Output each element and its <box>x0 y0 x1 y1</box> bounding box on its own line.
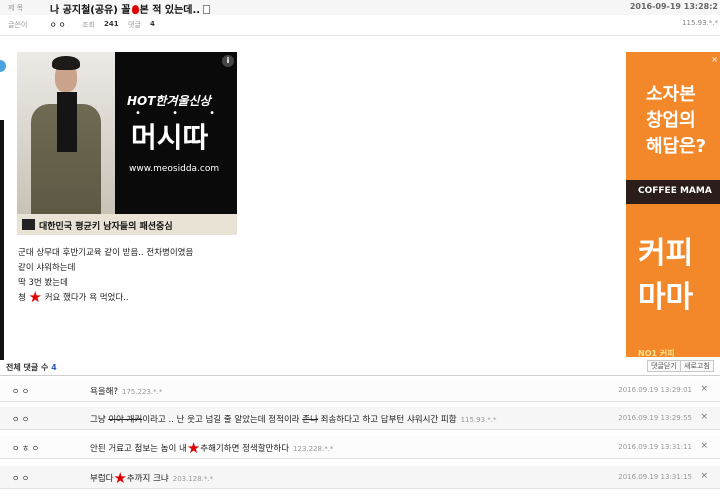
body-line4-part2: 커요 했다가 욕 먹었다.. <box>44 293 129 303</box>
comment-row: ㅇ ㅎ ㅇ 안된 거료고 첨보는 놈이 내★추해기하면 정색할만하다 123.22… <box>0 436 720 459</box>
hair-shape <box>52 56 80 70</box>
ad-right-big2: 마마 <box>638 280 694 315</box>
comment-body: 추해기하면 정색할만하다 <box>200 444 290 454</box>
author-name[interactable]: ㅇ ㅇ <box>50 20 65 30</box>
comment-body: 안된 거료고 첨보는 놈이 내 <box>90 444 187 454</box>
ad-right-line1: 소자본 <box>646 84 696 105</box>
comment-row: ㅇ ㅇ 부럽다★추까지 크냐 203.128.*.* 2016.09.19 13:… <box>0 466 720 489</box>
views-count: 241 <box>104 20 119 28</box>
ad-url: www.meosidda.com <box>129 164 220 174</box>
post-title-part1: 나 공지철(공유) 꼴 <box>50 5 131 16</box>
author-ip: 115.93.*.* <box>682 19 718 27</box>
refresh-button[interactable]: 새로고침 <box>680 360 714 372</box>
author-label: 글쓴이 <box>8 21 28 29</box>
comments-total: 전체 댓글 수 4 <box>6 362 57 373</box>
body-line: 딱 3번 봤는데 <box>18 278 68 288</box>
comments-total-count: 4 <box>51 363 57 372</box>
comment-ip: 203.128.*.* <box>172 475 214 483</box>
redaction-star-icon: ★ <box>113 469 127 487</box>
comments-count: 4 <box>150 20 155 28</box>
comment-text: 부럽다★추까지 크냐 203.128.*.* <box>90 469 214 487</box>
post-meta-row: 글쓴이 ㅇ ㅇ 조회 241 댓글 4 115.93.*.* <box>0 16 720 34</box>
ad-model-photo <box>17 52 115 214</box>
comment-author[interactable]: ㅇ ㅇ <box>12 414 29 425</box>
comment-text: 안된 거료고 첨보는 놈이 내★추해기하면 정색할만하다 123.228.*.* <box>90 439 334 457</box>
document-icon <box>203 5 211 14</box>
ad-brand: 머시따 <box>131 121 209 154</box>
comment-body: 그냥 <box>90 415 106 425</box>
comment-text: 그냥 이야 개커이라고 .. 난 웃고 넘길 줄 알았는데 정적이라 존나 죄송… <box>90 413 497 425</box>
post-header: 제 목 나 공지철(공유) 꼴 본 적 있는데.. 2016-09-19 13:2… <box>0 0 720 36</box>
comment-date: 2016.09.19 13:31:15 <box>618 473 692 481</box>
redaction-star-icon: ★ <box>186 439 201 457</box>
ad-right-line2: 창업의 <box>646 110 696 131</box>
comment-author[interactable]: ㅇ ㅎ ㅇ <box>12 443 39 454</box>
side-bar <box>0 120 4 360</box>
comment-author[interactable]: ㅇ ㅇ <box>12 386 29 397</box>
comment-body: 추까지 크냐 <box>126 474 169 484</box>
comment-strike: 존나 <box>302 415 318 425</box>
body-line4-part1: 쳥 <box>18 293 26 303</box>
delete-icon[interactable]: × <box>700 471 708 481</box>
comment-body: 욕을해? <box>90 387 118 397</box>
comment-row: ㅇ ㅇ 욕을해? 175.223.*.* 2016.09.19 13:29:01 … <box>0 379 720 402</box>
body-line: 군대 상무대 후반기교육 같이 받음.. 전차병이였음 <box>18 248 194 258</box>
title-label: 제 목 <box>8 4 24 12</box>
comment-body: 죄송하다고 하고 답부턴 샤워시간 피함 <box>317 415 457 425</box>
comment-author[interactable]: ㅇ ㅇ <box>12 473 29 484</box>
body-line: 쳥 ★ 커요 했다가 욕 먹었다.. <box>18 288 193 306</box>
comment-body: 이라고 .. 난 웃고 넘길 줄 알았는데 정적이라 <box>142 415 300 425</box>
comments-label: 댓글 <box>128 21 141 29</box>
views-label: 조회 <box>82 21 95 29</box>
delete-icon[interactable]: × <box>700 412 708 422</box>
ad-footer-text: 대한민국 평균키 남자들의 패션중심 <box>39 222 173 232</box>
ad-right-brand: 커피 마마 <box>638 232 693 320</box>
post-title: 나 공지철(공유) 꼴 본 적 있는데.. <box>50 1 211 16</box>
redaction-mark <box>131 5 139 14</box>
ad-banner-left[interactable]: HOT한겨울신상 • • • 머시따 www.meosidda.com 대한민국… <box>17 52 237 235</box>
body-line: 같이 샤워하는데 <box>18 263 76 273</box>
ad-right-big1: 커피 <box>638 236 694 271</box>
ad-tagline: HOT한겨울신상 <box>127 94 211 108</box>
comment-text: 욕을해? 175.223.*.* <box>90 385 162 397</box>
comments-total-label: 전체 댓글 수 <box>6 363 49 372</box>
ad-right-headline: 소자본 창업의 해답은? <box>646 82 706 160</box>
comment-date: 2016.09.19 13:29:01 <box>618 386 692 394</box>
delete-icon[interactable]: × <box>700 441 708 451</box>
sweater-shape <box>57 92 77 152</box>
comment-date: 2016.09.19 13:31:11 <box>618 443 692 451</box>
brand-logo-icon <box>22 219 35 230</box>
comment-date: 2016.09.19 13:29:55 <box>618 414 692 422</box>
side-marker <box>0 60 6 72</box>
delete-icon[interactable]: × <box>700 384 708 394</box>
comment-ip: 123.228.*.* <box>293 445 334 453</box>
close-icon[interactable]: × <box>711 55 718 64</box>
comments-header: 전체 댓글 수 4 댓글닫기 새로고침 <box>0 358 720 376</box>
comment-ip: 175.223.*.* <box>121 388 163 396</box>
comment-body: 부럽다 <box>90 474 114 484</box>
post-title-part2: 본 적 있는데.. <box>139 5 201 16</box>
close-comments-button[interactable]: 댓글닫기 <box>647 360 681 372</box>
ad-footer: 대한민국 평균키 남자들의 패션중심 <box>17 214 237 235</box>
ad-banner-right[interactable]: 소자본 창업의 해답은? COFFEE MAMA 커피 마마 NO1 커피 × <box>626 52 720 357</box>
ad-right-tail: NO1 커피 <box>638 349 675 357</box>
ad-right-band-text: COFFEE MAMA <box>638 186 712 196</box>
ad-right-band: COFFEE MAMA <box>626 180 720 204</box>
comment-strike: 이야 개커 <box>108 415 143 425</box>
comment-row: ㅇ ㅇ 그냥 이야 개커이라고 .. 난 웃고 넘길 줄 알았는데 정적이라 존… <box>0 407 720 430</box>
ad-info-icon[interactable]: i <box>222 55 234 67</box>
ad-right-line3: 해답은? <box>646 136 707 157</box>
redaction-star-icon: ★ <box>28 288 42 306</box>
post-title-row: 제 목 나 공지철(공유) 꼴 본 적 있는데.. 2016-09-19 13:2… <box>0 0 720 16</box>
post-date: 2016-09-19 13:28:2 <box>629 2 718 11</box>
comment-ip: 115.93.*.* <box>460 416 497 424</box>
post-body: 군대 상무대 후반기교육 같이 받음.. 전차병이였음 같이 샤워하는데 딱 3… <box>18 246 193 306</box>
